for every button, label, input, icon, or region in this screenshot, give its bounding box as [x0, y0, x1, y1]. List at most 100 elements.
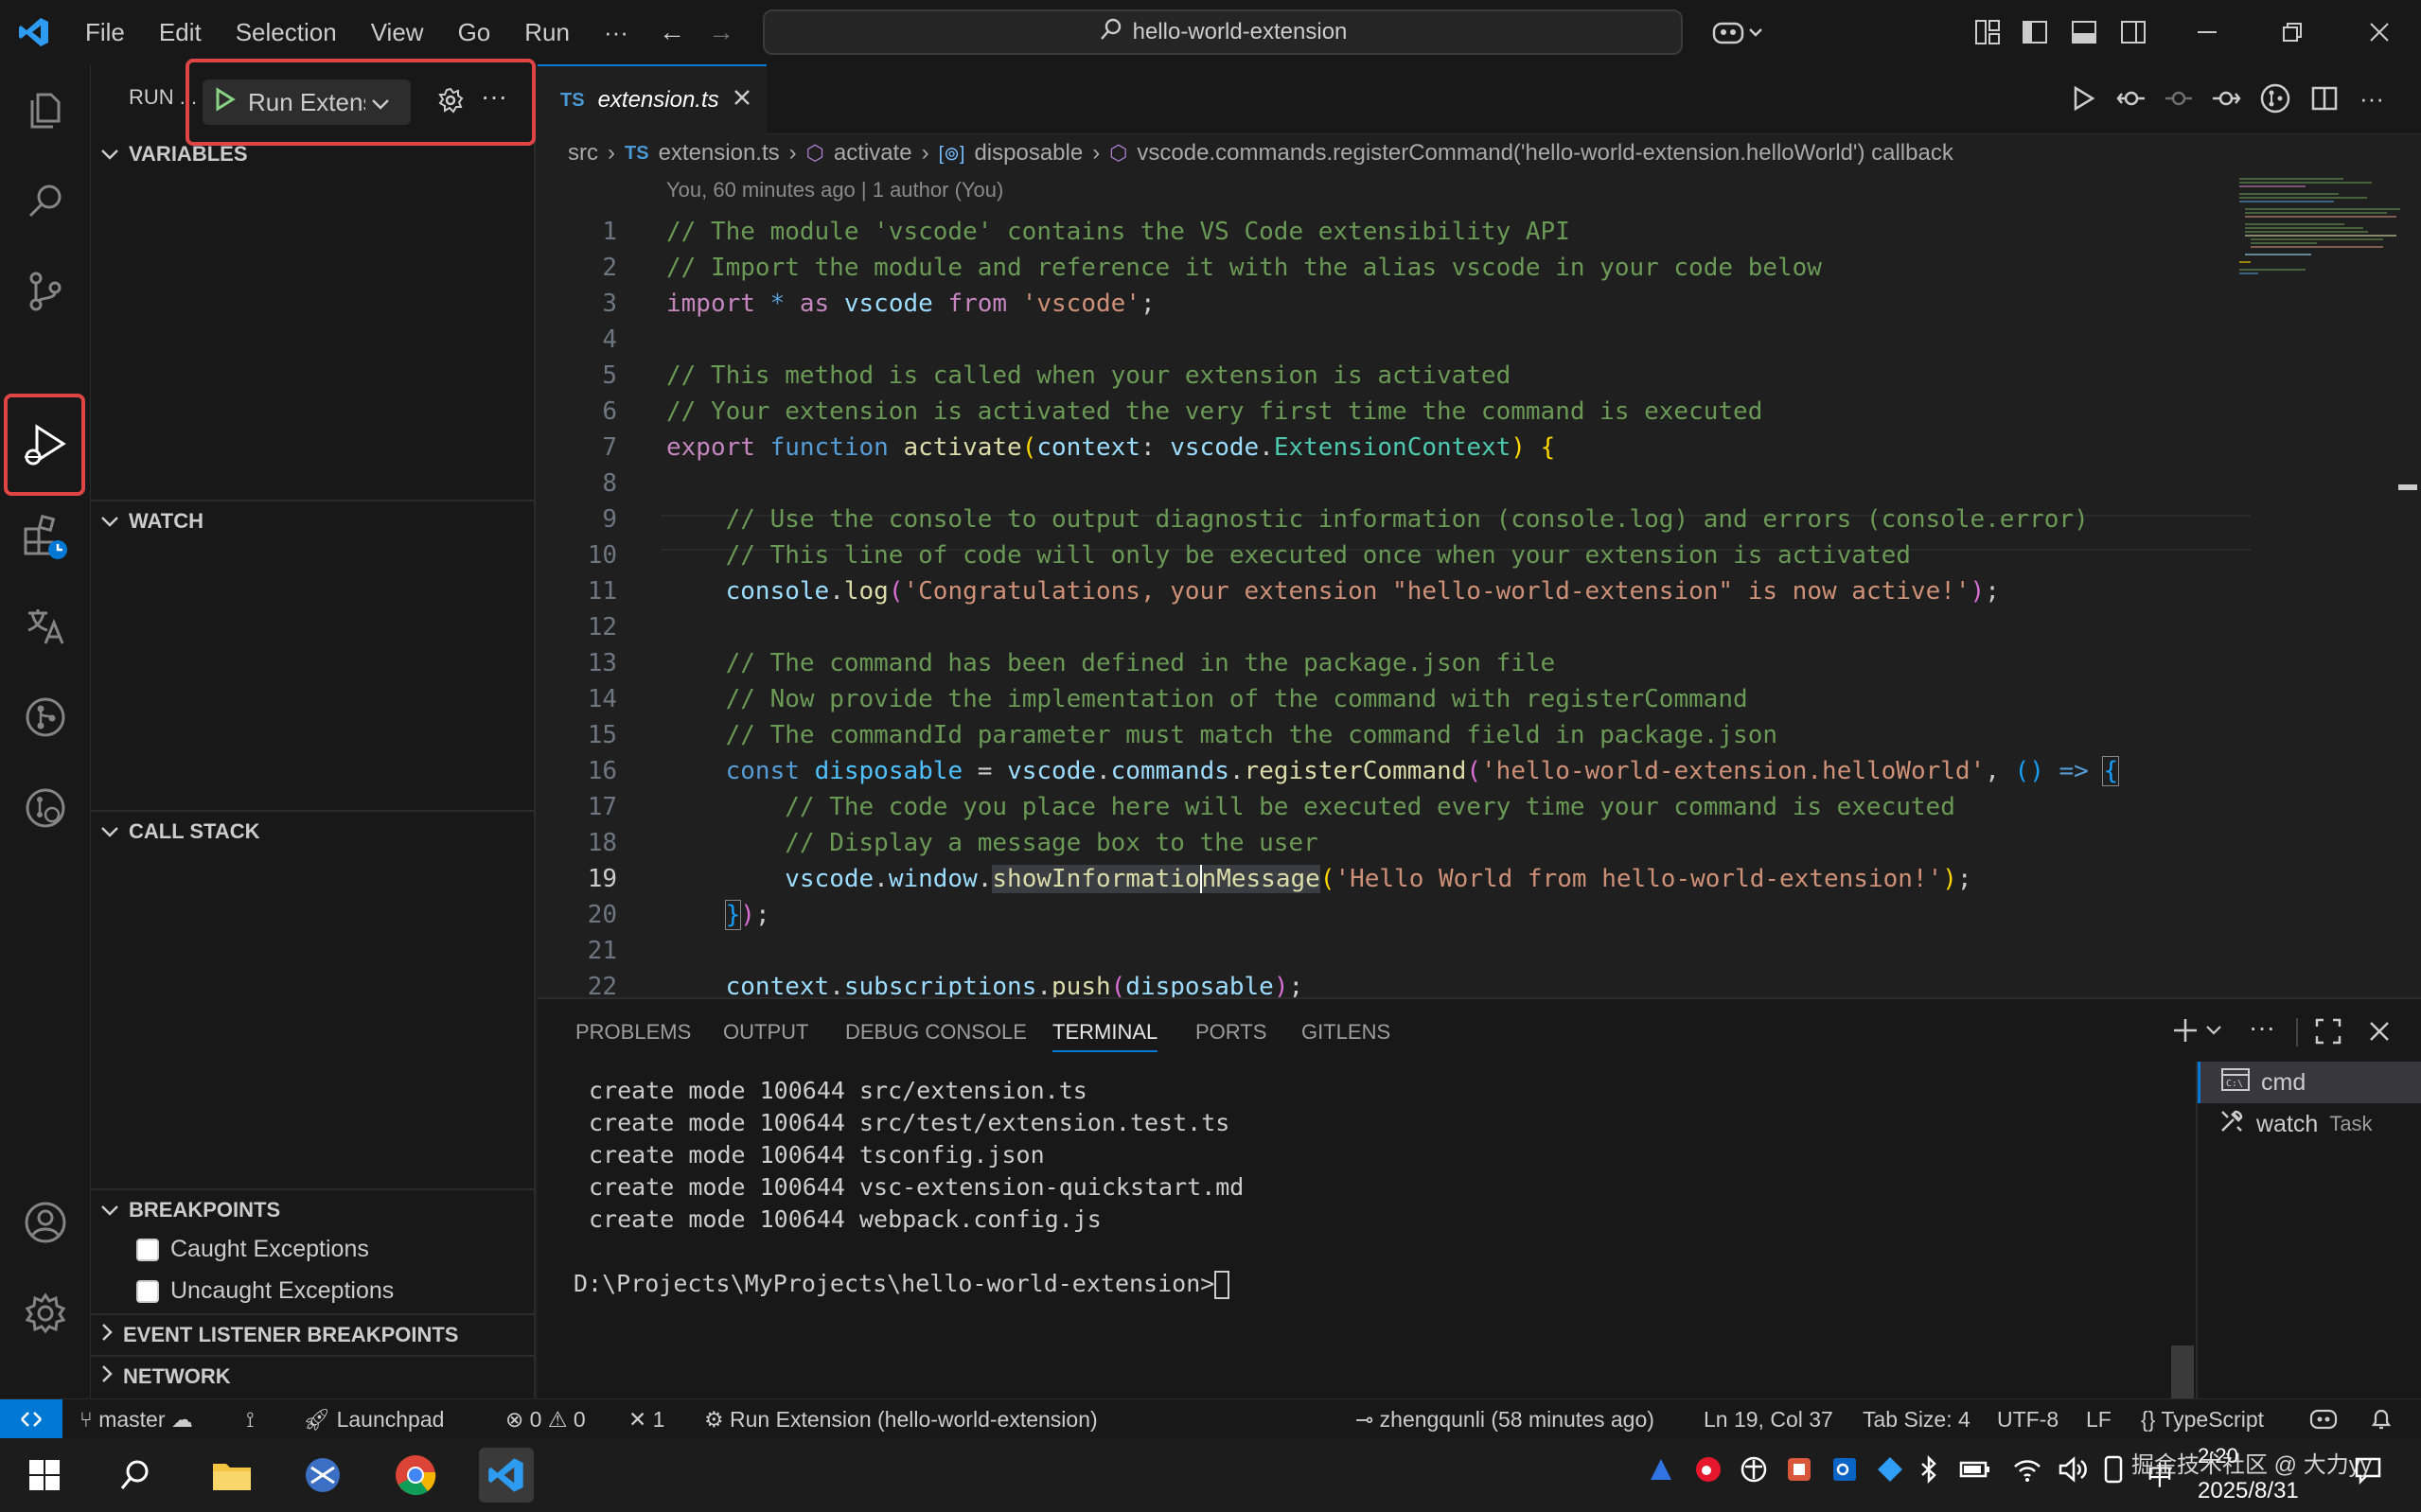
translate-icon[interactable]	[13, 594, 78, 659]
phone-link-icon[interactable]	[2103, 1455, 2124, 1490]
debug-config-status[interactable]: ⚙︎ Run Extension (hello-world-extension)	[704, 1407, 1098, 1433]
wifi-icon[interactable]	[2012, 1455, 2042, 1490]
tab-ports[interactable]: PORTS	[1195, 1020, 1266, 1045]
ports-status[interactable]: ✕ 1	[628, 1407, 664, 1433]
terminal-scrollbar[interactable]	[2171, 1345, 2194, 1398]
notifications-bell-icon[interactable]	[2370, 1407, 2393, 1437]
problems-status[interactable]: ⊗ 0 ⚠ 0	[505, 1407, 586, 1433]
close-window-icon[interactable]	[2360, 13, 2398, 51]
snipping-tool-icon[interactable]	[295, 1448, 350, 1503]
blame-status[interactable]: ⊸ zhengqunli (58 minutes ago)	[1355, 1407, 1654, 1433]
bluetooth-icon[interactable]	[1917, 1454, 1940, 1490]
tab-problems[interactable]: PROBLEMS	[575, 1020, 691, 1045]
minimap[interactable]	[2186, 172, 2400, 997]
new-terminal-plus-icon[interactable]	[2171, 1016, 2200, 1049]
event-listener-breakpoints-header[interactable]: EVENT LISTENER BREAKPOINTS	[100, 1323, 458, 1347]
menu-file[interactable]: File	[68, 0, 142, 64]
breadcrumb-variable[interactable]: disposable	[974, 140, 1083, 167]
caught-exceptions-row[interactable]: Caught Exceptions	[136, 1236, 369, 1263]
breadcrumb-function[interactable]: activate	[834, 140, 912, 167]
tab-terminal[interactable]: TERMINAL	[1052, 1020, 1158, 1052]
panel-more-icon[interactable]: ···	[2249, 1012, 2275, 1043]
forward-arrow-icon[interactable]: →	[702, 13, 740, 51]
start-debugging-icon[interactable]	[214, 86, 237, 118]
tray-app-icon[interactable]	[1876, 1455, 1904, 1490]
tray-outlook-icon[interactable]	[1830, 1455, 1859, 1490]
codelens-blame[interactable]: You, 60 minutes ago | 1 author (You)	[666, 178, 1003, 202]
run-and-debug-icon[interactable]	[13, 413, 78, 477]
tab-size-status[interactable]: Tab Size: 4	[1863, 1407, 1970, 1433]
tray-weibo-icon[interactable]	[1694, 1455, 1723, 1490]
volume-icon[interactable]	[2058, 1455, 2088, 1490]
code-editor[interactable]: You, 60 minutes ago | 1 author (You) 1//…	[538, 172, 2421, 997]
breadcrumb-file[interactable]: extension.ts	[659, 140, 780, 167]
close-panel-icon[interactable]	[2368, 1020, 2391, 1047]
toggle-panel-icon[interactable]	[2065, 13, 2103, 51]
watch-section-header[interactable]: WATCH	[100, 509, 203, 534]
branch-status[interactable]: ⑂ master ☁	[80, 1407, 193, 1433]
gitlens-commit-graph-icon[interactable]	[2258, 81, 2292, 115]
search-view-icon[interactable]	[13, 168, 78, 233]
copilot-status-icon[interactable]	[2309, 1407, 2338, 1435]
tray-app-icon[interactable]	[1785, 1455, 1813, 1490]
battery-icon[interactable]	[1959, 1455, 1991, 1490]
extensions-remote-icon[interactable]	[13, 503, 78, 568]
manage-gear-icon[interactable]	[13, 1281, 78, 1345]
explorer-icon[interactable]	[13, 78, 78, 142]
vscode-taskbar-icon[interactable]	[479, 1448, 534, 1503]
clock-date[interactable]: 2025/8/31	[2198, 1478, 2299, 1504]
back-arrow-icon[interactable]: ←	[653, 13, 691, 51]
debug-settings-gear-icon[interactable]	[437, 87, 464, 118]
tray-app-icon[interactable]	[1740, 1455, 1768, 1490]
file-explorer-icon[interactable]	[204, 1448, 259, 1503]
uncaught-exceptions-row[interactable]: Uncaught Exceptions	[136, 1277, 394, 1305]
menu-go[interactable]: Go	[441, 0, 508, 64]
launchpad-status[interactable]: 🚀︎ Launchpad	[303, 1407, 444, 1433]
split-editor-icon[interactable]	[2307, 81, 2341, 115]
eol-status[interactable]: LF	[2086, 1407, 2112, 1433]
tray-app-icon[interactable]	[1647, 1455, 1675, 1490]
tab-debug-console[interactable]: DEBUG CONSOLE	[845, 1020, 1027, 1045]
call-stack-section-header[interactable]: CALL STACK	[100, 819, 260, 844]
menu-edit[interactable]: Edit	[142, 0, 219, 64]
breadcrumb-callback[interactable]: vscode.commands.registerCommand('hello-w…	[1137, 140, 1953, 167]
taskbar-search-icon[interactable]	[108, 1448, 163, 1503]
gitlens-icon[interactable]	[13, 685, 78, 749]
uncaught-exceptions-checkbox[interactable]	[136, 1279, 159, 1303]
gitlens-inspect-icon[interactable]	[13, 776, 78, 840]
run-code-icon[interactable]	[2067, 81, 2101, 115]
network-section-header[interactable]: NETWORK	[100, 1364, 231, 1389]
chevron-down-icon[interactable]	[2205, 1024, 2222, 1042]
chrome-icon[interactable]	[388, 1448, 443, 1503]
command-center-search[interactable]: hello-world-extension	[763, 9, 1683, 55]
gitlens-graph-status-icon[interactable]: ⟟	[246, 1407, 255, 1433]
previous-change-icon[interactable]	[2162, 81, 2196, 115]
remote-indicator[interactable]	[0, 1399, 62, 1439]
toggle-secondary-sidebar-icon[interactable]	[2114, 13, 2152, 51]
notification-center-icon[interactable]	[2353, 1455, 2383, 1492]
menu-run[interactable]: Run	[507, 0, 587, 64]
open-changes-icon[interactable]	[2114, 81, 2148, 115]
toggle-primary-sidebar-icon[interactable]	[2016, 13, 2054, 51]
more-actions-icon[interactable]: ···	[481, 81, 507, 112]
menu-view[interactable]: View	[354, 0, 441, 64]
accounts-icon[interactable]	[13, 1190, 78, 1255]
terminal-item-cmd[interactable]: C:\ cmd	[2198, 1062, 2421, 1103]
close-tab-icon[interactable]	[733, 87, 751, 114]
menu-selection[interactable]: Selection	[219, 0, 354, 64]
breakpoints-section-header[interactable]: BREAKPOINTS	[100, 1198, 280, 1222]
customize-layout-icon[interactable]	[1969, 13, 2006, 51]
restore-icon[interactable]	[2273, 13, 2311, 51]
minimize-icon[interactable]	[2188, 13, 2226, 51]
encoding-status[interactable]: UTF-8	[1997, 1407, 2059, 1433]
language-status[interactable]: {} TypeScript	[2141, 1407, 2264, 1433]
tab-output[interactable]: OUTPUT	[723, 1020, 808, 1045]
next-change-icon[interactable]	[2209, 81, 2243, 115]
source-control-icon[interactable]	[13, 259, 78, 324]
cursor-position-status[interactable]: Ln 19, Col 37	[1704, 1407, 1833, 1433]
run-configuration-dropdown[interactable]: Run Extens	[203, 79, 411, 125]
tab-gitlens[interactable]: GITLENS	[1301, 1020, 1390, 1045]
breadcrumb-folder[interactable]: src	[568, 140, 598, 167]
copilot-icon[interactable]	[1705, 13, 1772, 51]
maximize-panel-icon[interactable]	[2315, 1018, 2341, 1049]
